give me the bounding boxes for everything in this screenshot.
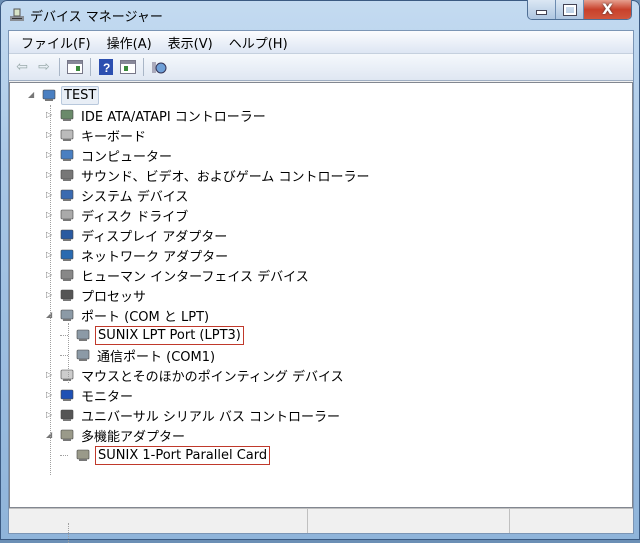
menu-file[interactable]: ファイル(F): [13, 33, 99, 52]
speaker-icon: [58, 167, 75, 183]
processor-icon: [58, 287, 75, 303]
tree-item-label: サウンド、ビデオ、およびゲーム コントローラー: [81, 169, 370, 185]
status-pane: [308, 509, 510, 533]
scan-hardware-icon[interactable]: [150, 58, 168, 76]
tree-connector: [50, 105, 51, 475]
tree-category[interactable]: ◢ ポート (COM と LPT): [46, 305, 211, 325]
tree-item-label: キーボード: [81, 129, 147, 145]
tree-item-label: SUNIX 1-Port Parallel Card: [95, 445, 271, 465]
port-icon: [74, 327, 91, 343]
tree-item-label: ネットワーク アダプター: [81, 249, 229, 265]
keyboard-icon: [58, 127, 75, 143]
tree-category[interactable]: ▷ モニター: [46, 385, 135, 405]
tree-connector: [60, 335, 68, 336]
back-icon[interactable]: ⇦: [13, 58, 31, 76]
tree-category[interactable]: ▷ システム デバイス: [46, 185, 190, 205]
tree-device[interactable]: SUNIX LPT Port (LPT3): [60, 325, 244, 345]
minimize-button[interactable]: [528, 0, 556, 19]
tree-item-label: IDE ATA/ATAPI コントローラー: [81, 109, 266, 125]
tree-connector: [60, 355, 68, 356]
tree-category[interactable]: ▷ コンピューター: [46, 145, 174, 165]
tree-category[interactable]: ▷ キーボード: [46, 125, 148, 145]
tree-connector: [60, 455, 68, 456]
tree-item-label: 多機能アダプター: [81, 429, 186, 445]
forward-icon[interactable]: ⇨: [35, 58, 53, 76]
window-title: デバイス マネージャー: [30, 10, 163, 25]
client-area: ファイル(F) 操作(A) 表示(V) ヘルプ(H) ⇦ ⇨ ? ◢ TEST ▷ I…: [8, 30, 634, 543]
monitor-icon: [58, 387, 75, 403]
status-bar: [9, 508, 633, 533]
tree-category[interactable]: ▷ ネットワーク アダプター: [46, 245, 230, 265]
menu-view[interactable]: 表示(V): [160, 33, 221, 52]
svg-text:?: ?: [103, 61, 110, 75]
status-pane: [510, 509, 633, 533]
window-frame: デバイス マネージャー X ファイル(F) 操作(A) 表示(V) ヘルプ(H)…: [0, 0, 640, 543]
tree-item-label: コンピューター: [81, 149, 173, 165]
mouse-icon: [58, 367, 75, 383]
tree-device[interactable]: SUNIX 1-Port Parallel Card: [60, 445, 271, 465]
tree-category[interactable]: ▷ IDE ATA/ATAPI コントローラー: [46, 105, 268, 125]
close-button[interactable]: X: [584, 0, 631, 19]
help-icon[interactable]: ?: [97, 58, 115, 76]
multifunction-adapter-icon: [58, 427, 75, 443]
toolbar: ⇦ ⇨ ?: [9, 54, 633, 81]
multifunction-adapter-icon: [74, 447, 91, 463]
network-adapter-icon: [58, 247, 75, 263]
tree-item-label: ユニバーサル シリアル バス コントローラー: [81, 409, 341, 425]
device-manager-icon: [10, 8, 24, 21]
tree-category[interactable]: ▷ プロセッサ: [46, 285, 148, 305]
status-pane: [9, 509, 308, 533]
show-hide-tree-icon[interactable]: [66, 58, 84, 76]
tree-item-label: プロセッサ: [81, 289, 147, 305]
tree-item-label: ヒューマン インターフェイス デバイス: [81, 269, 309, 285]
collapse-arrow-icon[interactable]: ◢: [28, 90, 36, 100]
tree-category[interactable]: ▷ マウスとそのほかのポインティング デバイス: [46, 365, 346, 385]
hid-icon: [58, 267, 75, 283]
menu-help[interactable]: ヘルプ(H): [221, 33, 296, 52]
usb-icon: [58, 407, 75, 423]
tree-category[interactable]: ▷ ディスク ドライブ: [46, 205, 190, 225]
menu-bar: ファイル(F) 操作(A) 表示(V) ヘルプ(H): [9, 31, 633, 54]
properties-icon[interactable]: [119, 58, 137, 76]
toolbar-separator: [143, 58, 144, 76]
toolbar-separator: [90, 58, 91, 76]
system-device-icon: [58, 187, 75, 203]
tree-item-label: システム デバイス: [81, 189, 189, 205]
tree-category[interactable]: ▷ ヒューマン インターフェイス デバイス: [46, 265, 311, 285]
menu-action[interactable]: 操作(A): [99, 33, 160, 52]
toolbar-separator: [59, 58, 60, 76]
port-icon: [74, 347, 91, 363]
tree-category[interactable]: ▷ サウンド、ビデオ、およびゲーム コントローラー: [46, 165, 371, 185]
tree-category[interactable]: ▷ ユニバーサル シリアル バス コントローラー: [46, 405, 342, 425]
tree-category[interactable]: ▷ ディスプレイ アダプター: [46, 225, 229, 245]
ide-controller-icon: [58, 107, 75, 123]
device-tree[interactable]: ◢ TEST ▷ IDE ATA/ATAPI コントローラー ▷ キーボード ▷ コンピュータ…: [9, 82, 633, 543]
tree-item-label: ポート (COM と LPT): [81, 309, 210, 325]
disk-drive-icon: [58, 207, 75, 223]
maximize-button[interactable]: [556, 0, 584, 19]
port-icon: [58, 307, 75, 323]
tree-connector: [68, 323, 69, 383]
tree-root[interactable]: ◢ TEST: [28, 85, 100, 105]
tree-category[interactable]: ◢ 多機能アダプター: [46, 425, 187, 445]
tree-item-label: ディスプレイ アダプター: [81, 229, 228, 245]
computer-icon: [58, 147, 75, 163]
tree-item-label: 通信ポート (COM1): [97, 349, 216, 365]
tree-item-label: ディスク ドライブ: [81, 209, 189, 225]
tree-device[interactable]: 通信ポート (COM1): [60, 345, 217, 365]
tree-item-label: TEST: [61, 85, 100, 105]
display-adapter-icon: [58, 227, 75, 243]
computer-icon: [40, 87, 57, 103]
tree-item-label: マウスとそのほかのポインティング デバイス: [81, 369, 344, 385]
tree-item-label: モニター: [81, 389, 134, 405]
tree-item-label: SUNIX LPT Port (LPT3): [95, 325, 244, 345]
